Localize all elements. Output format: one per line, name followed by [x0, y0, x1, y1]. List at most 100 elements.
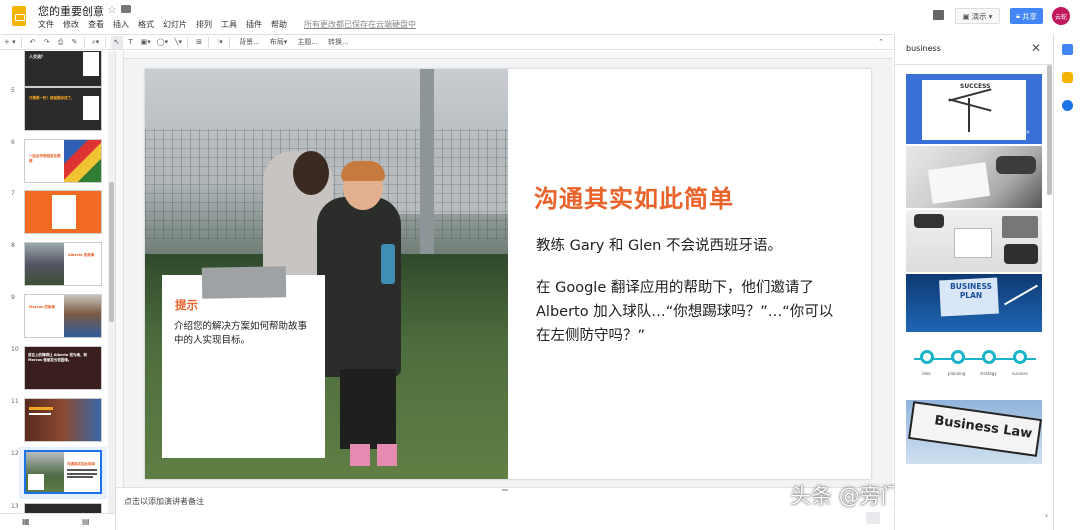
result-label: strategy	[980, 371, 997, 376]
avatar[interactable]: 云蛇	[1052, 7, 1070, 25]
textbox-icon[interactable]: T	[125, 36, 137, 49]
slide-number: 6	[11, 139, 15, 146]
slide-thumbnail[interactable]: Alberto 的故事	[24, 242, 102, 286]
slide-thumbnail-current[interactable]: 沟通其实如此简单	[24, 450, 102, 494]
image-icon[interactable]: ▣▾	[139, 36, 153, 49]
image-result[interactable]	[906, 146, 1042, 208]
tape-decoration	[201, 266, 287, 299]
comments-icon[interactable]	[933, 10, 944, 20]
tip-card-title[interactable]: 提示	[175, 297, 198, 313]
star-icon[interactable]: ☆	[107, 3, 117, 16]
chevron-down-icon: ▾	[988, 11, 993, 21]
explore-search-input[interactable]: business	[906, 44, 941, 53]
thumbnail-text: 沟通其实如此简单	[67, 462, 95, 466]
explore-button[interactable]	[866, 512, 880, 524]
thumbnail-photo	[25, 243, 64, 285]
menu-format[interactable]: 格式	[138, 19, 154, 31]
lock-icon: 🔒︎	[1016, 11, 1020, 20]
thumbnail-text: 一起合作跨越语言障碍	[29, 154, 61, 163]
thumbnail-card	[83, 52, 99, 76]
slide-thumbnail[interactable]	[24, 190, 102, 234]
shape-icon[interactable]: ◯▾	[155, 36, 170, 49]
print-icon[interactable]: ⎙	[55, 36, 67, 49]
result-laptop	[1002, 216, 1038, 238]
zoom-icon[interactable]: ⌕	[1026, 128, 1030, 137]
menu-tools[interactable]: 工具	[221, 19, 237, 31]
image-result[interactable]: Business Law	[906, 400, 1042, 464]
image-result[interactable]	[906, 210, 1042, 272]
chevron-right-icon[interactable]: ›	[1045, 511, 1048, 520]
image-result[interactable]	[906, 468, 1042, 528]
slide-filmstrip: 人交流？ 5 只需要一秒！都被翻译成了。 6 一起合作跨越语言障碍 7 8 Al…	[0, 51, 116, 513]
slide-paragraph-1[interactable]: 教练 Gary 和 Glen 不会说西班牙语。	[536, 236, 856, 256]
redo-icon[interactable]: ↷	[41, 36, 53, 49]
slide-title[interactable]: 沟通其实如此简单	[534, 179, 734, 214]
slide-thumbnail[interactable]: 一起合作跨越语言障碍	[24, 139, 102, 183]
explore-scrollbar[interactable]	[1047, 65, 1052, 195]
layout-button[interactable]: 布局 ▾	[266, 36, 292, 49]
slide-thumbnail[interactable]: 只需要一秒！都被翻译成了。	[24, 87, 102, 131]
thumbnail-card	[83, 96, 99, 120]
menu-file[interactable]: 文件	[38, 19, 54, 31]
filmstrip-scroll-thumb[interactable]	[109, 182, 114, 322]
image-result[interactable]: SUCCESS ⌕	[906, 74, 1042, 144]
document-title[interactable]: 您的重要创意	[38, 3, 104, 19]
slide-thumbnail[interactable]: 语言上的障碍让 Alberto 很为难，和 Marcos 做朋友也很困难。	[24, 346, 102, 390]
select-tool-icon[interactable]: ↖	[110, 35, 123, 49]
speaker-notes[interactable]: 点击以添加演讲者备注	[116, 487, 893, 530]
slide-thumbnail[interactable]	[24, 398, 102, 442]
slide-canvas[interactable]: 提示 介绍您的解决方案如何帮助故事中的人实现目标。 沟通其实如此简单 教练 Ga…	[145, 69, 871, 479]
speaker-notes-placeholder[interactable]: 点击以添加演讲者备注	[124, 496, 204, 507]
calendar-icon[interactable]	[1062, 44, 1073, 55]
share-button[interactable]: 🔒︎ 共享	[1010, 8, 1043, 24]
filmstrip-view-icon[interactable]: ▤	[82, 517, 90, 526]
collapse-toolbar-icon[interactable]: ⌃	[875, 36, 887, 49]
slide-thumbnail[interactable]: 人交流？	[24, 51, 102, 87]
save-status[interactable]: 所有更改都已保存在云端硬盘中	[304, 19, 416, 31]
menu-arrange[interactable]: 排列	[196, 19, 212, 31]
menu-insert[interactable]: 插入	[113, 19, 129, 31]
new-slide-button[interactable]: + ▾	[2, 36, 18, 49]
thumbnail-line	[67, 469, 97, 471]
result-pin	[920, 350, 934, 364]
tip-card-body[interactable]: 介绍您的解决方案如何帮助故事中的人实现目标。	[174, 320, 314, 348]
photo-kid-hair	[341, 161, 385, 181]
slide-thumbnail[interactable]: Marcos 的故事	[24, 294, 102, 338]
photo-kid-goalkeeper	[317, 197, 401, 377]
notes-resize-handle[interactable]	[502, 489, 508, 491]
slide-paragraph-2[interactable]: 在 Google 翻译应用的帮助下，他们邀请了 Alberto 加入球队…“你想…	[536, 276, 846, 348]
align-icon[interactable]: ⫶▾	[214, 36, 226, 49]
present-button[interactable]: ▣ 演示 ▾	[955, 8, 1000, 24]
zoom-icon[interactable]: ⌕▾	[90, 36, 102, 49]
slide-number: 5	[11, 87, 15, 94]
image-result[interactable]: BUSINESS PLAN	[906, 274, 1042, 332]
panel-divider	[895, 64, 1052, 65]
background-button[interactable]: 背景...	[235, 36, 264, 49]
comment-add-icon[interactable]: ⊞	[193, 36, 205, 49]
undo-icon[interactable]: ↶	[27, 36, 39, 49]
line-icon[interactable]: ╲▾	[172, 36, 184, 49]
result-hand	[914, 214, 944, 228]
menu-edit[interactable]: 修改	[63, 19, 79, 31]
menu-addons[interactable]: 插件	[246, 19, 262, 31]
transition-button[interactable]: 转换...	[324, 36, 353, 49]
filmstrip-footer: ▦ ▤	[0, 513, 116, 530]
tasks-icon[interactable]	[1062, 100, 1073, 111]
slide-thumbnail[interactable]	[24, 503, 102, 513]
result-hand	[1004, 244, 1038, 264]
menu-help[interactable]: 帮助	[271, 19, 287, 31]
paint-format-icon[interactable]: ✎	[69, 36, 81, 49]
image-result[interactable]: idea planning strategy success	[906, 334, 1042, 394]
thumbnail-card	[52, 195, 76, 229]
theme-button[interactable]: 主题...	[293, 36, 322, 49]
thumbnail-text: Marcos 的故事	[29, 305, 55, 309]
folder-icon[interactable]	[121, 5, 131, 13]
menu-view[interactable]: 查看	[88, 19, 104, 31]
grid-view-icon[interactable]: ▦	[22, 517, 30, 526]
present-label: 演示	[971, 11, 987, 21]
keep-icon[interactable]	[1062, 72, 1073, 83]
menu-slide[interactable]: 幻灯片	[163, 19, 187, 31]
close-icon[interactable]: ✕	[1031, 41, 1041, 55]
result-label: success	[1012, 371, 1028, 376]
slides-logo-icon[interactable]	[12, 6, 26, 26]
